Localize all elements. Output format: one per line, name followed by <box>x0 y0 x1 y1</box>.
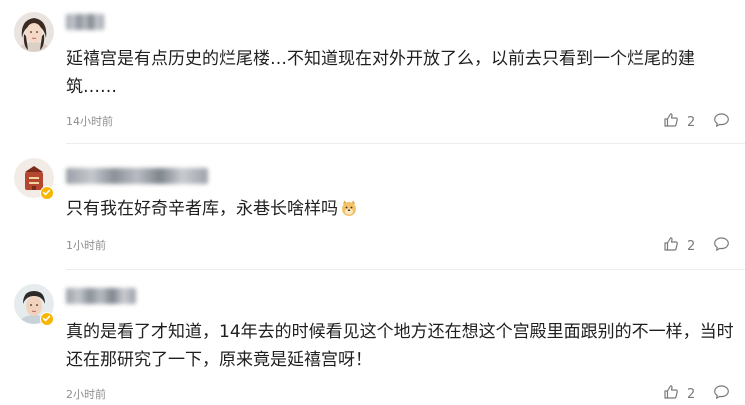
thumbs-up-icon <box>663 384 679 404</box>
doge-emoji-icon <box>340 198 358 216</box>
username-blurred[interactable] <box>66 14 104 30</box>
comment-item: 真的是看了才知道，14年去的时候看见这个地方还在想这个宫殿里面跟别的不一样，当时… <box>0 270 745 405</box>
reply-button[interactable] <box>713 112 730 132</box>
reply-button[interactable] <box>713 236 730 256</box>
like-count: 2 <box>687 114 696 130</box>
comment-bubble-icon <box>713 113 730 132</box>
thumbs-up-icon <box>663 112 679 132</box>
verified-badge-icon <box>40 312 54 326</box>
comment-text: 只有我在好奇辛者库，永巷长啥样吗 <box>66 195 736 223</box>
comment-list: 延禧宫是有点历史的烂尾楼…不知道现在对外开放了么，以前去只看到一个烂尾的建筑……… <box>0 0 745 405</box>
comment-item: 只有我在好奇辛者库，永巷长啥样吗 1小时前 2 <box>0 144 745 272</box>
like-count: 2 <box>687 238 696 254</box>
like-count: 2 <box>687 386 696 402</box>
like-button[interactable]: 2 <box>663 384 695 404</box>
comment-text: 延禧宫是有点历史的烂尾楼…不知道现在对外开放了么，以前去只看到一个烂尾的建筑…… <box>66 49 695 97</box>
like-button[interactable]: 2 <box>663 236 695 256</box>
comment-time: 2小时前 <box>66 388 106 401</box>
thumbs-up-icon <box>663 236 679 256</box>
username-blurred[interactable] <box>66 288 136 304</box>
reply-button[interactable] <box>713 384 730 404</box>
like-button[interactable]: 2 <box>663 112 695 132</box>
comment-text: 真的是看了才知道，14年去的时候看见这个地方还在想这个宫殿里面跟别的不一样，当时… <box>66 322 734 370</box>
comment-bubble-icon <box>713 237 730 256</box>
comment-text-body: 只有我在好奇辛者库，永巷长啥样吗 <box>66 199 338 219</box>
comment-item: 延禧宫是有点历史的烂尾楼…不知道现在对外开放了么，以前去只看到一个烂尾的建筑……… <box>0 0 745 144</box>
avatar[interactable] <box>14 12 54 52</box>
username-blurred[interactable] <box>66 168 208 184</box>
comment-bubble-icon <box>713 385 730 404</box>
comment-time: 14小时前 <box>66 115 113 128</box>
comment-time: 1小时前 <box>66 239 106 252</box>
verified-badge-icon <box>40 186 54 200</box>
